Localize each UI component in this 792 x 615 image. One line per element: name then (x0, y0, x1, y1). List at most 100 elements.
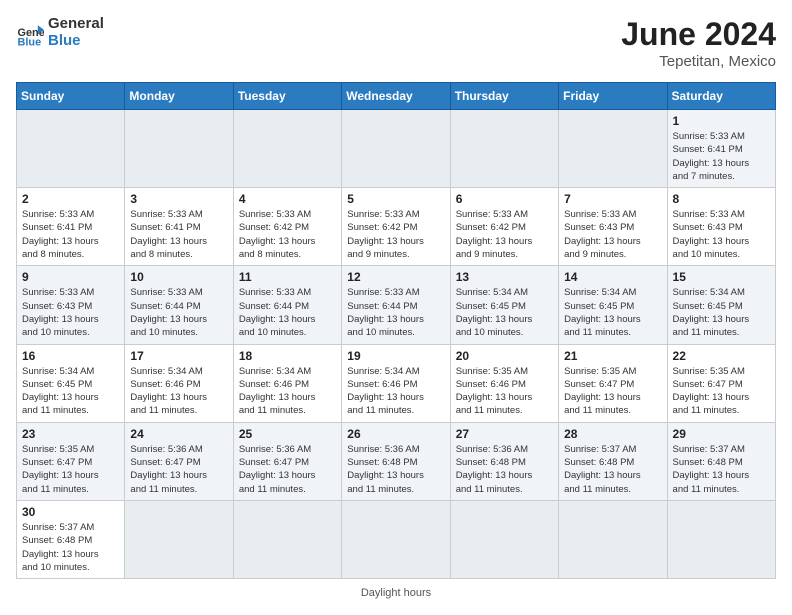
day-number: 2 (22, 192, 119, 206)
calendar-cell (17, 110, 125, 188)
day-number: 22 (673, 349, 770, 363)
logo-general-text: General (48, 16, 104, 33)
calendar-cell: 10Sunrise: 5:33 AM Sunset: 6:44 PM Dayli… (125, 266, 233, 344)
day-info: Sunrise: 5:37 AM Sunset: 6:48 PM Dayligh… (22, 521, 119, 574)
day-number: 15 (673, 270, 770, 284)
day-info: Sunrise: 5:34 AM Sunset: 6:46 PM Dayligh… (239, 365, 336, 418)
calendar-cell: 11 Sunrise: 5:33 AM Sunset: 6:44 PM Dayli… (233, 266, 341, 344)
day-info: Sunrise: 5:35 AM Sunset: 6:47 PM Dayligh… (564, 365, 661, 418)
calendar-week-row: 30 Sunrise: 5:37 AM Sunset: 6:48 PM Dayli… (17, 500, 776, 578)
day-info: Sunrise: 5:36 AM Sunset: 6:47 PM Dayligh… (130, 443, 227, 496)
day-info: Sunrise: 5:33 AM Sunset: 6:42 PM Dayligh… (456, 208, 553, 261)
day-info: Sunrise: 5:37 AM Sunset: 6:48 PM Dayligh… (673, 443, 770, 496)
page-header: General Blue General Blue June 2024 Tepe… (16, 16, 776, 70)
calendar-cell (559, 500, 667, 578)
day-number: 28 (564, 427, 661, 441)
calendar-header-row: SundayMondayTuesdayWednesdayThursdayFrid… (17, 83, 776, 110)
calendar-cell: 29 Sunrise: 5:37 AM Sunset: 6:48 PM Dayli… (667, 422, 775, 500)
day-info: Sunrise: 5:33 AM Sunset: 6:43 PM Dayligh… (564, 208, 661, 261)
day-info: Sunrise: 5:33 AM Sunset: 6:42 PM Dayligh… (239, 208, 336, 261)
calendar-cell: 4 Sunrise: 5:33 AM Sunset: 6:42 PM Daylig… (233, 188, 341, 266)
calendar-cell: 19 Sunrise: 5:34 AM Sunset: 6:46 PM Dayli… (342, 344, 450, 422)
day-info: Sunrise: 5:33 AM Sunset: 6:41 PM Dayligh… (130, 208, 227, 261)
calendar-cell: 12 Sunrise: 5:33 AM Sunset: 6:44 PM Dayli… (342, 266, 450, 344)
day-info: Sunrise: 5:33 AM Sunset: 6:44 PM Dayligh… (347, 286, 444, 339)
day-info: Sunrise: 5:33 AM Sunset: 6:43 PM Dayligh… (22, 286, 119, 339)
day-number: 12 (347, 270, 444, 284)
calendar-cell: 26Sunrise: 5:36 AM Sunset: 6:48 PM Dayli… (342, 422, 450, 500)
calendar-day-header-sunday: Sunday (17, 83, 125, 110)
day-number: 29 (673, 427, 770, 441)
calendar-cell (233, 500, 341, 578)
calendar-cell (667, 500, 775, 578)
day-info: Sunrise: 5:33 AM Sunset: 6:44 PM Dayligh… (239, 286, 336, 339)
day-number: 4 (239, 192, 336, 206)
day-number: 1 (673, 114, 770, 128)
calendar-cell: 8Sunrise: 5:33 AM Sunset: 6:43 PM Daylig… (667, 188, 775, 266)
day-info: Sunrise: 5:34 AM Sunset: 6:45 PM Dayligh… (22, 365, 119, 418)
day-number: 26 (347, 427, 444, 441)
day-number: 23 (22, 427, 119, 441)
calendar-cell (125, 110, 233, 188)
day-number: 18 (239, 349, 336, 363)
bottom-note: Daylight hours (16, 587, 776, 599)
calendar-day-header-tuesday: Tuesday (233, 83, 341, 110)
calendar-cell (233, 110, 341, 188)
day-number: 16 (22, 349, 119, 363)
day-number: 13 (456, 270, 553, 284)
calendar-day-header-wednesday: Wednesday (342, 83, 450, 110)
svg-text:Blue: Blue (18, 36, 42, 47)
calendar-cell (559, 110, 667, 188)
calendar-week-row: 16 Sunrise: 5:34 AM Sunset: 6:45 PM Dayli… (17, 344, 776, 422)
day-info: Sunrise: 5:37 AM Sunset: 6:48 PM Dayligh… (564, 443, 661, 496)
day-info: Sunrise: 5:34 AM Sunset: 6:46 PM Dayligh… (347, 365, 444, 418)
calendar-cell: 5Sunrise: 5:33 AM Sunset: 6:42 PM Daylig… (342, 188, 450, 266)
day-number: 5 (347, 192, 444, 206)
calendar-cell: 20 Sunrise: 5:35 AM Sunset: 6:46 PM Dayli… (450, 344, 558, 422)
logo: General Blue General Blue (16, 16, 104, 49)
day-number: 20 (456, 349, 553, 363)
day-info: Sunrise: 5:34 AM Sunset: 6:45 PM Dayligh… (564, 286, 661, 339)
day-info: Sunrise: 5:36 AM Sunset: 6:48 PM Dayligh… (456, 443, 553, 496)
day-number: 3 (130, 192, 227, 206)
calendar-cell (450, 500, 558, 578)
calendar-cell (342, 500, 450, 578)
day-info: Sunrise: 5:36 AM Sunset: 6:47 PM Dayligh… (239, 443, 336, 496)
calendar-day-header-thursday: Thursday (450, 83, 558, 110)
calendar-cell: 7Sunrise: 5:33 AM Sunset: 6:43 PM Daylig… (559, 188, 667, 266)
day-number: 19 (347, 349, 444, 363)
calendar-day-header-friday: Friday (559, 83, 667, 110)
calendar-week-row: 2 Sunrise: 5:33 AM Sunset: 6:41 PM Daylig… (17, 188, 776, 266)
calendar-cell: 2Sunrise: 5:33 AM Sunset: 6:41 PM Daylig… (17, 188, 125, 266)
calendar-day-header-monday: Monday (125, 83, 233, 110)
calendar-cell (342, 110, 450, 188)
day-number: 30 (22, 505, 119, 519)
calendar-cell: 22 Sunrise: 5:35 AM Sunset: 6:47 PM Dayli… (667, 344, 775, 422)
day-number: 24 (130, 427, 227, 441)
day-info: Sunrise: 5:34 AM Sunset: 6:45 PM Dayligh… (673, 286, 770, 339)
calendar-cell: 23Sunrise: 5:35 AM Sunset: 6:47 PM Dayli… (17, 422, 125, 500)
title-block: June 2024 Tepetitan, Mexico (621, 16, 776, 70)
day-number: 27 (456, 427, 553, 441)
location: Tepetitan, Mexico (621, 53, 776, 70)
calendar-week-row: 9 Sunrise: 5:33 AM Sunset: 6:43 PM Daylig… (17, 266, 776, 344)
day-number: 9 (22, 270, 119, 284)
day-info: Sunrise: 5:35 AM Sunset: 6:46 PM Dayligh… (456, 365, 553, 418)
day-info: Sunrise: 5:35 AM Sunset: 6:47 PM Dayligh… (673, 365, 770, 418)
calendar-cell: 13 Sunrise: 5:34 AM Sunset: 6:45 PM Dayli… (450, 266, 558, 344)
calendar-cell: 17Sunrise: 5:34 AM Sunset: 6:46 PM Dayli… (125, 344, 233, 422)
calendar-cell: 1 Sunrise: 5:33 AM Sunset: 6:41 PM Daylig… (667, 110, 775, 188)
month-title: June 2024 (621, 16, 776, 53)
calendar-cell (125, 500, 233, 578)
calendar-cell: 15 Sunrise: 5:34 AM Sunset: 6:45 PM Dayli… (667, 266, 775, 344)
calendar-day-header-saturday: Saturday (667, 83, 775, 110)
logo-icon: General Blue (16, 19, 44, 47)
calendar-cell: 25Sunrise: 5:36 AM Sunset: 6:47 PM Dayli… (233, 422, 341, 500)
day-info: Sunrise: 5:34 AM Sunset: 6:45 PM Dayligh… (456, 286, 553, 339)
calendar-week-row: 23Sunrise: 5:35 AM Sunset: 6:47 PM Dayli… (17, 422, 776, 500)
day-number: 14 (564, 270, 661, 284)
day-info: Sunrise: 5:33 AM Sunset: 6:41 PM Dayligh… (673, 130, 770, 183)
calendar-table: SundayMondayTuesdayWednesdayThursdayFrid… (16, 82, 776, 579)
day-number: 11 (239, 270, 336, 284)
calendar-cell: 28 Sunrise: 5:37 AM Sunset: 6:48 PM Dayli… (559, 422, 667, 500)
